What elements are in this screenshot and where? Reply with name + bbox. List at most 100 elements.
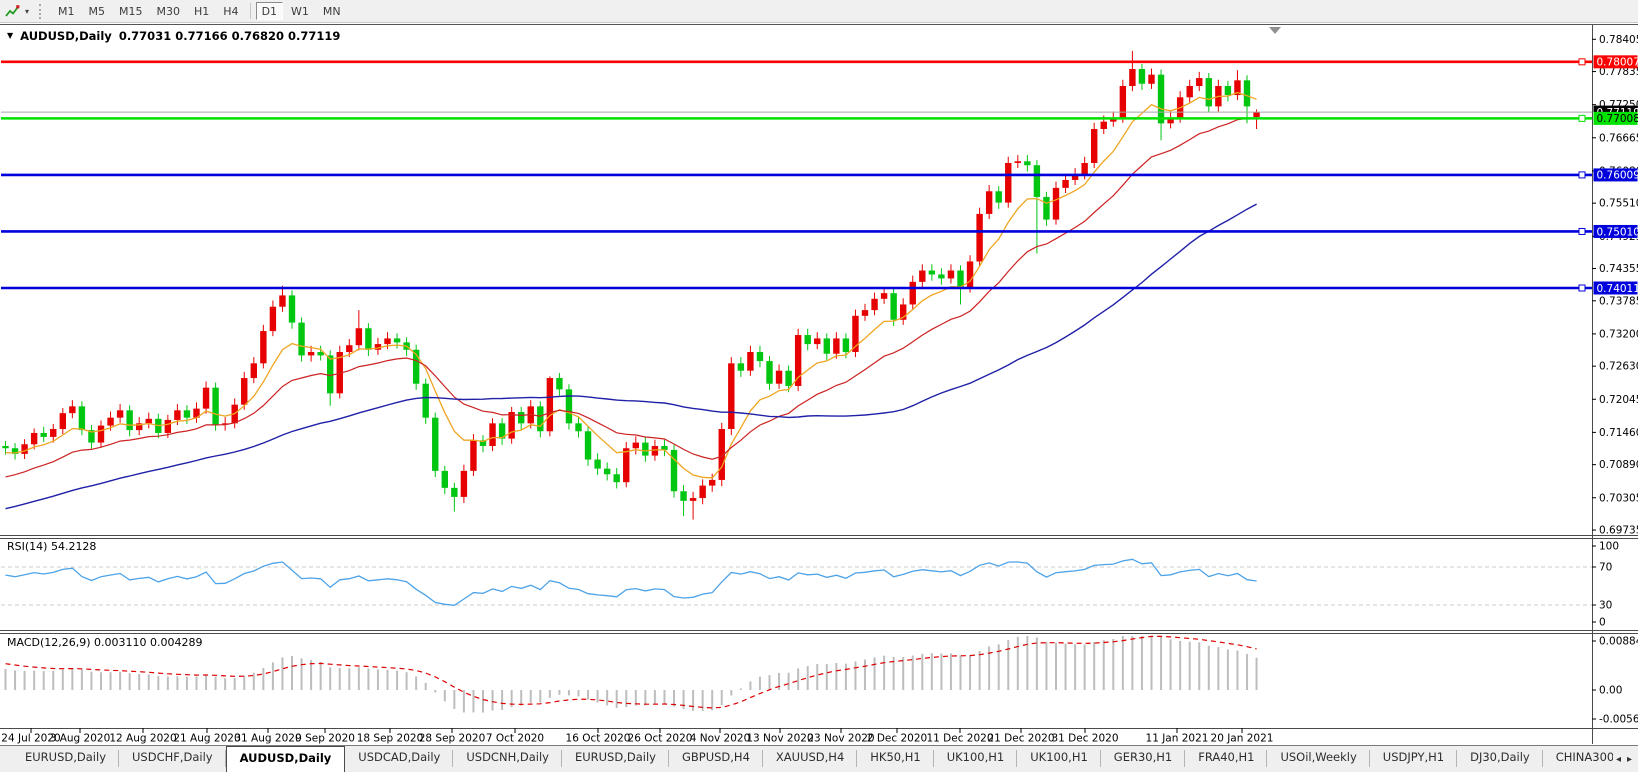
candle xyxy=(1091,129,1097,163)
chart-tab-usdcnh-daily[interactable]: USDCNH,Daily xyxy=(453,746,562,772)
tab-scroll-right-icon[interactable]: ▸ xyxy=(1627,754,1632,765)
toolbar-grip[interactable] xyxy=(39,4,43,19)
chart-tab-eurusd-daily[interactable]: EURUSD,Daily xyxy=(12,746,119,772)
indicators-icon[interactable] xyxy=(3,2,21,20)
candle xyxy=(1225,86,1231,95)
chart-tab-hk50-h1[interactable]: HK50,H1 xyxy=(857,746,933,772)
timeframe-toolbar: ▾ M1M5M15M30H1H4 D1W1MN xyxy=(0,0,1638,23)
chart-tab-usoil-weekly[interactable]: USOil,Weekly xyxy=(1267,746,1369,772)
price-badge-0.76009: 0.76009 xyxy=(1594,168,1638,181)
price-badge-0.78007: 0.78007 xyxy=(1594,55,1638,68)
candle xyxy=(451,488,457,497)
candle xyxy=(547,378,553,431)
tab-scroll-buttons: ◂ ▸ xyxy=(1613,746,1635,772)
candle xyxy=(967,261,973,287)
timeframe-button-m15[interactable]: M15 xyxy=(113,2,149,20)
chart-ohlc-values: 0.77031 0.77166 0.76820 0.77119 xyxy=(119,29,341,43)
line-handle[interactable] xyxy=(1579,228,1585,234)
svg-text:70: 70 xyxy=(1599,562,1612,574)
candle xyxy=(805,335,811,344)
candle xyxy=(423,384,429,418)
candle xyxy=(126,410,132,430)
candle xyxy=(298,323,304,356)
candle xyxy=(986,191,992,214)
svg-text:4 Nov 2020: 4 Nov 2020 xyxy=(690,733,751,745)
candle xyxy=(890,293,896,320)
chart-tab-dj30-daily[interactable]: DJ30,Daily xyxy=(1457,746,1543,772)
svg-text:0.00: 0.00 xyxy=(1599,685,1622,697)
chart-tab-xauusd-h4[interactable]: XAUUSD,H4 xyxy=(763,746,857,772)
chart-tab-usdjpy-h1[interactable]: USDJPY,H1 xyxy=(1370,746,1457,772)
svg-text:3 Aug 2020: 3 Aug 2020 xyxy=(50,733,111,745)
chart-tab-usdcad-daily[interactable]: USDCAD,Daily xyxy=(345,746,453,772)
svg-text:20 Jan 2021: 20 Jan 2021 xyxy=(1211,733,1274,745)
line-handle[interactable] xyxy=(1579,285,1585,291)
rsi-indicator-label: RSI(14) 54.2128 xyxy=(7,540,96,553)
svg-text:31 Dec 2020: 31 Dec 2020 xyxy=(1051,733,1118,745)
svg-text:0.72045: 0.72045 xyxy=(1599,394,1638,406)
timeframe-button-m30[interactable]: M30 xyxy=(151,2,187,20)
svg-text:0: 0 xyxy=(1599,617,1606,629)
candle xyxy=(976,214,982,262)
chart-tab-audusd-daily[interactable]: AUDUSD,Daily xyxy=(226,746,346,772)
timeframe-button-d1[interactable]: D1 xyxy=(256,2,283,20)
candle xyxy=(1005,163,1011,203)
chart-collapse-icon[interactable]: ▼ xyxy=(7,29,13,43)
timeframe-button-mn[interactable]: MN xyxy=(317,2,347,20)
chart-tab-ger30-h1[interactable]: GER30,H1 xyxy=(1101,746,1185,772)
line-handle[interactable] xyxy=(1579,115,1585,121)
candle xyxy=(489,423,495,446)
candle xyxy=(279,295,285,306)
svg-text:0.73200: 0.73200 xyxy=(1599,328,1638,340)
candle xyxy=(814,338,820,344)
chart-tabs: EURUSD,DailyUSDCHF,DailyAUDUSD,DailyUSDC… xyxy=(12,746,1638,772)
timeframe-button-m1[interactable]: M1 xyxy=(52,2,81,20)
line-handle[interactable] xyxy=(1579,172,1585,178)
application-window: ▾ M1M5M15M30H1H4 D1W1MN 0.784050.778350.7… xyxy=(0,0,1638,772)
price-badge-0.74011: 0.74011 xyxy=(1594,282,1638,295)
timeframe-button-m5[interactable]: M5 xyxy=(83,2,112,20)
svg-text:21 Dec 2020: 21 Dec 2020 xyxy=(987,733,1054,745)
chart-tab-fra40-h1[interactable]: FRA40,H1 xyxy=(1185,746,1267,772)
chart-tab-gbpusd-h4[interactable]: GBPUSD,H4 xyxy=(669,746,763,772)
candle xyxy=(594,460,600,469)
candle xyxy=(604,469,610,475)
price-badge-0.77008: 0.77008 xyxy=(1594,112,1638,125)
svg-text:0.76665: 0.76665 xyxy=(1599,132,1638,144)
svg-text:100: 100 xyxy=(1599,541,1619,553)
timeframe-button-h4[interactable]: H4 xyxy=(217,2,244,20)
candle xyxy=(843,338,849,352)
candle xyxy=(1129,69,1135,86)
indicators-dropdown-icon[interactable]: ▾ xyxy=(21,2,33,20)
candle xyxy=(1034,165,1040,197)
svg-text:0.00884: 0.00884 xyxy=(1599,636,1638,648)
chart-tab-usdchf-daily[interactable]: USDCHF,Daily xyxy=(119,746,226,772)
candle xyxy=(1187,86,1193,97)
candle xyxy=(1015,161,1021,163)
candle xyxy=(1053,188,1059,220)
candle xyxy=(365,328,371,350)
svg-text:11 Dec 2020: 11 Dec 2020 xyxy=(926,733,993,745)
timeframe-button-h1[interactable]: H1 xyxy=(188,2,215,20)
line-handle[interactable] xyxy=(1579,59,1585,65)
candle xyxy=(60,413,66,429)
chart-tab-eurusd-daily[interactable]: EURUSD,Daily xyxy=(562,746,669,772)
svg-text:0.70305: 0.70305 xyxy=(1599,492,1638,504)
chart-tab-uk100-h1[interactable]: UK100,H1 xyxy=(934,746,1018,772)
timeframe-buttons: M1M5M15M30H1H4 D1W1MN xyxy=(51,2,348,20)
candle xyxy=(165,420,171,433)
candle xyxy=(212,388,218,425)
candle xyxy=(633,443,639,449)
toolbar-separator xyxy=(250,3,251,19)
timeframe-button-w1[interactable]: W1 xyxy=(285,2,315,20)
candle xyxy=(1196,78,1202,86)
chart-tab-uk100-h1[interactable]: UK100,H1 xyxy=(1017,746,1101,772)
chart-canvas[interactable]: 0.784050.778350.772500.766650.760800.755… xyxy=(0,0,1638,772)
candle xyxy=(107,418,113,426)
candle xyxy=(1101,122,1107,129)
candle xyxy=(699,486,705,498)
tab-scroll-left-icon[interactable]: ◂ xyxy=(1616,754,1621,765)
candle xyxy=(728,363,734,429)
candle xyxy=(766,361,772,384)
candle xyxy=(757,352,763,361)
